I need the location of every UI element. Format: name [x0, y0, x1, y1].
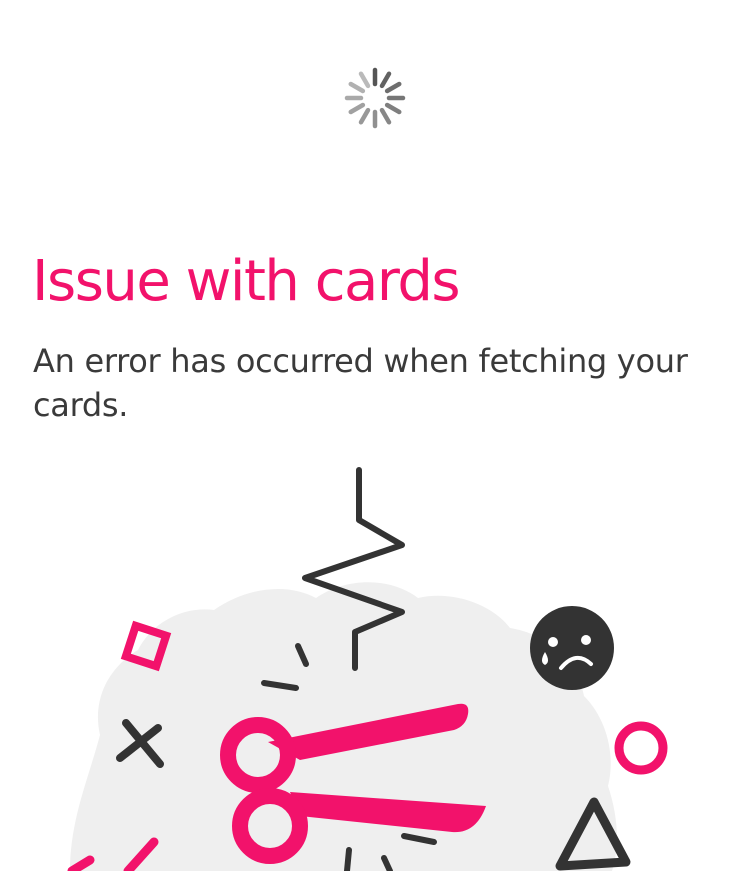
- pink-ring-shape: [614, 721, 668, 775]
- broken-scissors-illustration: [67, 467, 668, 871]
- blob-background-shape: [70, 582, 617, 871]
- error-title: Issue with cards: [32, 249, 461, 314]
- error-message: An error has occurred when fetching your…: [33, 342, 688, 424]
- sad-face-icon: [530, 606, 614, 690]
- loading-spinner-icon: [344, 67, 406, 129]
